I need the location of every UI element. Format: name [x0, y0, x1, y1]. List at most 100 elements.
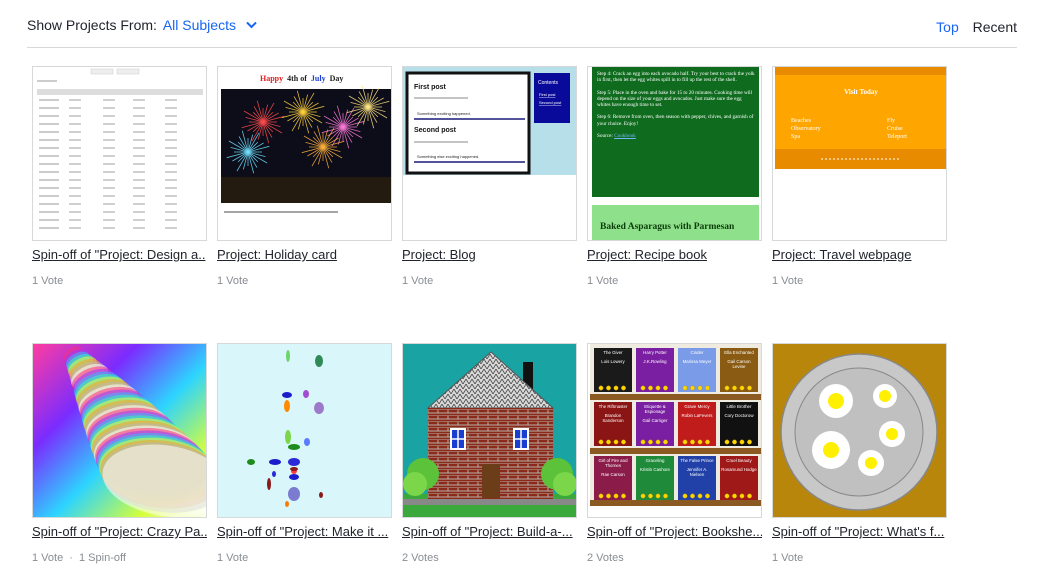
book-cover-text: Little Brother Cory Doctorow [721, 404, 757, 418]
recipe-source-label: Source: [597, 133, 613, 140]
book-cover-text: Grave Mercy Robin LaFevers [679, 404, 715, 418]
book-author: Kristin Cashore [639, 467, 670, 472]
recipe-source-link: Cookbook [614, 133, 636, 140]
meta-separator: · [69, 552, 73, 564]
vote-count: 1 Vote [772, 275, 804, 287]
holiday-word-4th: 4th of [287, 74, 307, 83]
book-title: Harry Potter [643, 350, 667, 355]
project-card[interactable]: Spin-off of "Project: Design a.. 1 Vote [32, 66, 207, 287]
filter-label: Show Projects From: [27, 17, 157, 33]
project-thumbnail[interactable] [32, 343, 207, 518]
project-thumbnail[interactable]: The Giver Lois Lowery Harry Potter J.K.Rowl… [587, 343, 762, 518]
travel-col1-0: Beaches [791, 118, 812, 124]
vote-count: 1 Vote [217, 275, 249, 287]
blog-link-2: Second post [539, 100, 562, 105]
book-cover-text: Ella Enchanted Gail Carson Levine [721, 350, 757, 369]
vote-count: 2 Votes [587, 552, 624, 564]
book-cover-text: Cinder Marissa Meyer [679, 350, 715, 364]
book-author: Cory Doctorow [724, 413, 754, 418]
vote-count-label: 1 Vote [32, 552, 64, 564]
project-title[interactable]: Spin-off of "Project: Bookshe... [587, 524, 762, 539]
travel-col1-1: Observatory [791, 126, 821, 132]
recipe-step-6: Step 6: Remove from oven, then season wi… [597, 114, 754, 127]
book-cover-text: Cruel Beauty Rosamund Hodge [721, 458, 757, 472]
project-thumbnail[interactable]: First post Something exciting happened. … [402, 66, 577, 241]
svg-text:Happy 4th of J: Happy 4th of July Day [260, 74, 343, 83]
project-card[interactable]: Happy 4th of July Day Project: Holiday c… [217, 66, 392, 287]
project-card[interactable]: The Giver Lois Lowery Harry Potter J.K.Rowl… [587, 343, 762, 564]
project-title[interactable]: Project: Blog [402, 247, 577, 262]
book-title: Cruel Beauty [726, 458, 752, 463]
sort-recent-link[interactable]: Recent [973, 19, 1017, 35]
recipe-step-5: Step 5: Place in the oven and bake for 1… [597, 89, 753, 109]
chevron-down-icon[interactable] [246, 21, 257, 29]
project-thumbnail[interactable] [772, 343, 947, 518]
project-title[interactable]: Spin-off of "Project: Design a.. [32, 247, 207, 262]
vote-count: 1 Vote [772, 552, 804, 564]
book-author: Gail Carson Levine [727, 359, 751, 369]
book-title: Girl of Fire and Thornes [598, 458, 628, 468]
projects-header: Show Projects From: All Subjects Top Rec… [27, 0, 1017, 48]
book-cover-text: Graceling Kristin Cashore [637, 458, 673, 472]
vote-count: 1 Vote [217, 552, 249, 564]
book-cover-text: The Giver Lois Lowery [595, 350, 631, 364]
book-cover-text: Girl of Fire and Thornes Rae Carson [595, 458, 631, 477]
project-title[interactable]: Project: Travel webpage [772, 247, 947, 262]
project-card[interactable]: Spin-off of "Project: Crazy Pa.. 1 Vote … [32, 343, 207, 564]
project-thumbnail[interactable]: Happy 4th of July Day [217, 66, 392, 241]
project-card[interactable]: Visit Today Beaches Observatory Spa Fly … [772, 66, 947, 287]
sort-top-link[interactable]: Top [936, 19, 959, 35]
book-cover-text: The False Prince Jennifer A. Nielsen [679, 458, 715, 477]
book-title: Graceling [645, 458, 665, 463]
blog-post2-text: Something else exciting happened. [417, 154, 479, 159]
book-author: Brandon Sanderson [602, 413, 624, 423]
project-thumbnail[interactable] [217, 343, 392, 518]
project-title[interactable]: Project: Holiday card [217, 247, 392, 262]
project-title[interactable]: Spin-off of "Project: Crazy Pa.. [32, 524, 207, 539]
book-title: Etiquette & Espionage [644, 404, 666, 414]
project-card[interactable]: Spin-off of "Project: Make it ... 1 Vote [217, 343, 392, 564]
blog-contents: Contents [538, 80, 559, 86]
project-title[interactable]: Spin-off of "Project: Make it ... [217, 524, 392, 539]
book-title: Cinder [690, 350, 704, 355]
project-card[interactable]: Step 4: Crack an egg into each avocado h… [587, 66, 762, 287]
holiday-word-happy: Happy [260, 74, 283, 83]
travel-col2-0: Fly [887, 118, 895, 124]
holiday-word-july: July [311, 74, 326, 83]
blog-post2-heading: Second post [414, 127, 457, 134]
project-card[interactable]: Spin-off of "Project: What's f... 1 Vote [772, 343, 947, 564]
project-thumbnail[interactable] [32, 66, 207, 241]
book-title: Little Brother [726, 404, 752, 409]
recipe-step-4: Step 4: Crack an egg into each avocado h… [597, 71, 755, 84]
book-title: Grave Mercy [684, 404, 710, 409]
blog-post1-heading: First post [414, 84, 447, 91]
blog-post1-text: Something exciting happened. [417, 111, 471, 116]
recipe-footer-title: Baked Asparagus with Parmesan [600, 222, 735, 232]
book-title: The Riftmaster [598, 404, 628, 409]
book-title: The False Prince [680, 458, 714, 463]
blog-link-1: First post [539, 92, 556, 97]
sort-options: Top Recent [936, 19, 1017, 35]
book-author: Gail Carriger [642, 418, 668, 423]
project-card[interactable]: First post Something exciting happened. … [402, 66, 577, 287]
vote-count: 1 Vote · 1 Spin-off [32, 552, 207, 564]
vote-count: 1 Vote [587, 275, 619, 287]
book-title: Ella Enchanted [724, 350, 754, 355]
project-thumbnail[interactable] [402, 343, 577, 518]
book-author: Jennifer A. Nielsen [686, 467, 708, 477]
project-thumbnail[interactable]: Visit Today Beaches Observatory Spa Fly … [772, 66, 947, 241]
subject-dropdown[interactable]: All Subjects [163, 17, 236, 33]
project-thumbnail[interactable]: Step 4: Crack an egg into each avocado h… [587, 66, 762, 241]
project-title[interactable]: Spin-off of "Project: What's f... [772, 524, 947, 539]
vote-count: 1 Vote [32, 275, 64, 287]
subject-filter: Show Projects From: All Subjects [27, 17, 257, 33]
project-title[interactable]: Spin-off of "Project: Build-a-... [402, 524, 577, 539]
project-card[interactable]: Spin-off of "Project: Build-a-... 2 Vote… [402, 343, 577, 564]
book-author: Marissa Meyer [682, 359, 712, 364]
book-author: Rosamund Hodge [721, 467, 757, 472]
book-cover-text: The Riftmaster Brandon Sanderson [595, 404, 631, 423]
book-author: J.K.Rowling [643, 359, 667, 364]
travel-title: Visit Today [844, 88, 878, 96]
project-title[interactable]: Project: Recipe book [587, 247, 762, 262]
book-author: Robin LaFevers [681, 413, 713, 418]
